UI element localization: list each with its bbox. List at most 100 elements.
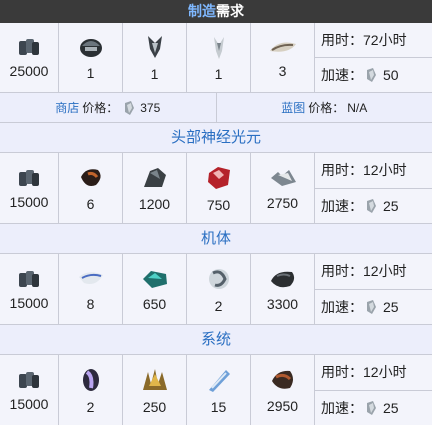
cost-value: 650 <box>142 295 167 312</box>
cost-value: 25000 <box>9 63 49 79</box>
header-title-rest: 需求 <box>216 3 244 19</box>
blueprint-price-label: 价格： <box>308 101 345 115</box>
build-time: 用时： 72小时 <box>315 23 432 58</box>
component-heading[interactable]: 机体 <box>0 224 432 254</box>
resource-cell[interactable]: 250 <box>123 355 187 425</box>
blueprint-link[interactable]: 蓝图 <box>281 99 305 116</box>
chassis-icon <box>142 33 168 64</box>
cost-value: 3 <box>278 63 287 79</box>
resource-cell[interactable]: 3300 <box>251 254 315 324</box>
resource-cell[interactable]: 1 <box>59 23 123 92</box>
resource-cell[interactable]: 15 <box>187 355 251 425</box>
credits-cell: 15000 <box>0 254 59 324</box>
main-recipe-row: 25000 1 1 1 3 用时： 72小时 加速： 50 <box>0 23 432 93</box>
build-info: 用时： 12小时 加速： 25 <box>315 355 432 425</box>
cost-value: 15 <box>210 398 227 415</box>
market-price-value: 375 <box>140 100 161 115</box>
blueprint-price: 蓝图 价格： N/A <box>217 99 432 116</box>
component-heading[interactable]: 系统 <box>0 325 432 355</box>
cost-value: 750 <box>206 196 231 213</box>
platinum-icon <box>363 299 379 315</box>
rush-label: 加速： <box>321 67 363 83</box>
cost-value: 2750 <box>266 194 299 211</box>
credits-icon <box>16 36 42 61</box>
platinum-icon <box>363 400 379 416</box>
resource-cell[interactable]: 1200 <box>123 153 187 223</box>
cost-value: 8 <box>86 295 95 312</box>
resource-cell[interactable]: 1 <box>187 23 251 92</box>
resource-cell[interactable]: 2 <box>59 355 123 425</box>
resource-cell[interactable]: 2950 <box>251 355 315 425</box>
build-time: 用时： 12小时 <box>315 153 432 189</box>
cost-value: 15000 <box>9 294 49 311</box>
market-link[interactable]: 商店 <box>55 99 79 116</box>
cost-value: 1200 <box>138 195 171 212</box>
build-time-value: 72小时 <box>363 32 407 48</box>
polymer-bundle-icon <box>204 366 234 397</box>
build-time: 用时： 12小时 <box>315 254 432 290</box>
market-price: 商店 价格： 375 <box>0 93 217 122</box>
orokin-cell-icon <box>267 36 299 61</box>
build-info: 用时： 12小时 加速： 25 <box>315 254 432 324</box>
platinum-icon <box>363 198 379 214</box>
gallium-icon <box>205 265 233 296</box>
component-recipe-row: 15000 6 1200 750 2750 用时： 12小时 加速： 25 <box>0 153 432 224</box>
cost-value: 6 <box>86 195 95 212</box>
component-recipe-row: 15000 8 650 2 3300 用时： 12小时 加速： 25 <box>0 254 432 325</box>
resource-cell[interactable]: 1 <box>123 23 187 92</box>
crafting-requirements-panel: 制造需求 25000 1 1 1 3 用时： 72小时 加速： 50 商店 价格… <box>0 0 432 435</box>
cost-value: 1 <box>150 66 159 82</box>
platinum-icon <box>121 100 137 116</box>
alloy-plate-icon <box>268 166 298 193</box>
market-price-label: 价格： <box>82 101 119 115</box>
build-time: 用时： 12小时 <box>315 355 432 391</box>
resource-cell[interactable]: 2 <box>187 254 251 324</box>
credits-icon <box>16 167 42 192</box>
price-row: 商店 价格： 375 蓝图 价格： N/A <box>0 93 432 123</box>
morphics-icon <box>140 165 170 194</box>
panel-header: 制造需求 <box>0 0 432 23</box>
cryotic-icon <box>140 267 170 294</box>
resource-cell[interactable]: 750 <box>187 153 251 223</box>
cost-value: 2 <box>86 398 95 415</box>
neurode-icon <box>76 165 106 194</box>
build-info: 用时： 72小时 加速： 50 <box>315 23 432 92</box>
build-info: 用时： 12小时 加速： 25 <box>315 153 432 223</box>
credits-icon <box>16 268 42 293</box>
cost-value: 3300 <box>266 295 299 312</box>
credits-cell: 15000 <box>0 153 59 223</box>
component-recipe-row: 15000 2 250 15 2950 用时： 12小时 加速： 25 <box>0 355 432 425</box>
cost-value: 250 <box>142 398 167 415</box>
rush-cost: 加速： 50 <box>315 58 432 92</box>
resource-cell[interactable]: 3 <box>251 23 315 92</box>
cost-value: 2 <box>214 297 223 314</box>
build-time-value: 12小时 <box>363 162 407 179</box>
cost-value: 15000 <box>9 193 49 210</box>
rush-label: 加速： <box>321 298 363 315</box>
rush-value: 50 <box>383 67 399 83</box>
rush-value: 25 <box>383 298 399 315</box>
resource-cell[interactable]: 6 <box>59 153 123 223</box>
nano-spores-icon <box>76 267 106 294</box>
resource-cell[interactable]: 8 <box>59 254 123 324</box>
build-time-value: 12小时 <box>363 364 407 381</box>
component-heading[interactable]: 头部神经光元 <box>0 123 432 153</box>
build-time-label: 用时： <box>321 364 363 381</box>
build-time-label: 用时： <box>321 32 363 48</box>
credits-icon <box>16 369 42 394</box>
cost-value: 2950 <box>266 397 299 414</box>
resource-cell[interactable]: 650 <box>123 254 187 324</box>
resource-cell[interactable]: 2750 <box>251 153 315 223</box>
salvage-icon <box>268 367 298 396</box>
rush-value: 25 <box>383 197 399 214</box>
ferrite-icon <box>268 267 298 294</box>
credits-cell: 25000 <box>0 23 59 92</box>
crafting-link[interactable]: 制造 <box>188 3 216 19</box>
cost-value: 1 <box>214 66 223 82</box>
credits-cell: 15000 <box>0 355 59 425</box>
orokin-cell-icon <box>77 366 105 397</box>
rush-cost: 加速： 25 <box>315 290 432 325</box>
build-time-label: 用时： <box>321 162 363 179</box>
rush-label: 加速： <box>321 399 363 416</box>
blueprint-price-value: N/A <box>347 100 368 115</box>
